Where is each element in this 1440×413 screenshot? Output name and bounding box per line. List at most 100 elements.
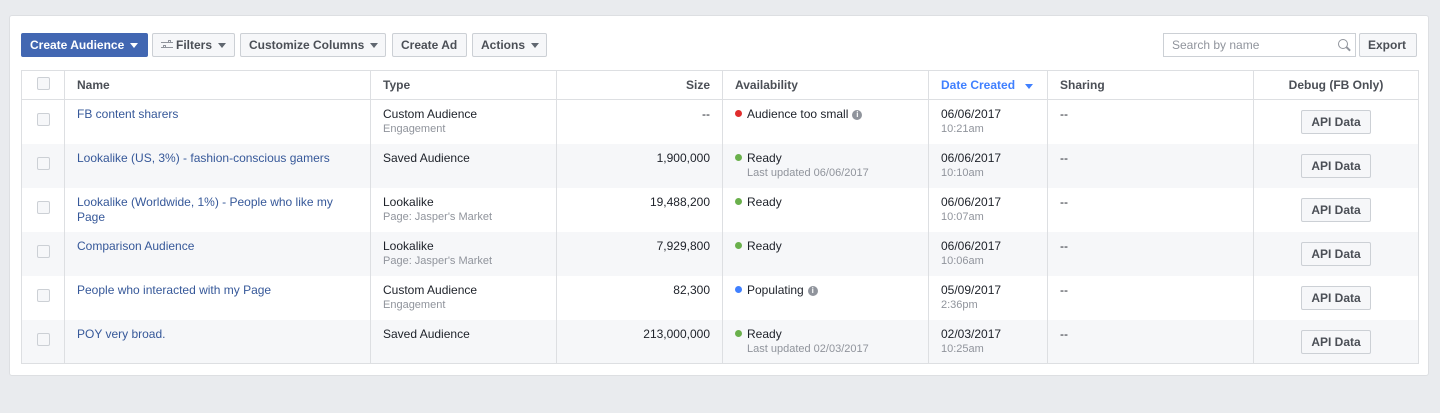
audience-size: 213,000,000 [643, 326, 710, 341]
info-icon[interactable]: i [807, 285, 818, 296]
search-input[interactable] [1164, 34, 1333, 56]
customize-columns-button[interactable]: Customize Columns [240, 33, 386, 57]
date-created: 06/06/2017 [941, 194, 1002, 209]
row-checkbox[interactable] [36, 157, 50, 170]
debug-cell: API Data [1253, 231, 1419, 276]
availability-cell: Ready Last updated 02/03/2017 [722, 319, 929, 364]
availability-status: Ready [747, 150, 782, 165]
api-data-button[interactable]: API Data [1301, 153, 1371, 178]
name-cell: Lookalike (Worldwide, 1%) - People who l… [64, 187, 371, 232]
column-header-name[interactable]: Name [64, 70, 371, 100]
status-dot-icon [735, 197, 742, 205]
table-row: People who interacted with my Page Custo… [21, 275, 1419, 320]
select-all-cell [21, 70, 65, 100]
availability-status: Populating [747, 282, 804, 297]
name-cell: Comparison Audience [64, 231, 371, 276]
sharing-cell: -- [1047, 99, 1254, 144]
filters-button[interactable]: Filters [152, 33, 235, 57]
date-created: 02/03/2017 [941, 326, 1002, 341]
column-header-sharing[interactable]: Sharing [1047, 70, 1254, 100]
create-audience-button[interactable]: Create Audience [21, 33, 148, 57]
size-cell: 82,300 [556, 275, 723, 320]
audience-type: Saved Audience [383, 150, 470, 165]
search-icon[interactable] [1333, 34, 1355, 56]
audience-type: Lookalike [383, 194, 434, 209]
filters-label: Filters [175, 38, 212, 52]
audience-name-link[interactable]: Lookalike (US, 3%) - fashion-conscious g… [77, 151, 330, 165]
availability-cell: Ready Last updated 06/06/2017 [722, 143, 929, 188]
date-cell: 06/06/2017 10:10am [928, 143, 1048, 188]
type-cell: Lookalike Page: Jasper's Market [370, 231, 557, 276]
column-header-size[interactable]: Size [556, 70, 723, 100]
name-cell: Lookalike (US, 3%) - fashion-conscious g… [64, 143, 371, 188]
availability-status: Audience too small [747, 107, 849, 121]
row-checkbox[interactable] [36, 289, 50, 302]
table-row: Lookalike (US, 3%) - fashion-conscious g… [21, 143, 1419, 188]
type-cell: Saved Audience [370, 143, 557, 188]
date-created: 05/09/2017 [941, 282, 1002, 297]
time-created: 10:06am [941, 254, 984, 267]
export-label: Export [1368, 38, 1407, 52]
audience-name-line1: Comparison Audience [77, 238, 195, 253]
api-data-button[interactable]: API Data [1301, 110, 1371, 134]
availability-detail: Last updated 06/06/2017 [747, 166, 869, 179]
audience-name-link[interactable]: FB content sharers [77, 107, 178, 121]
column-header-type[interactable]: Type [370, 70, 557, 100]
api-data-button[interactable]: API Data [1301, 241, 1371, 266]
audience-type-detail: Page: Jasper's Market [383, 210, 493, 223]
select-all-checkbox[interactable] [36, 77, 50, 90]
column-header-debug: Debug (FB Only) [1253, 70, 1419, 100]
audience-name-link[interactable]: Lookalike (Worldwide, 1%) - People who l… [77, 195, 333, 224]
date-created: 06/06/2017 [941, 107, 1002, 121]
info-icon[interactable]: i [852, 110, 863, 120]
api-data-button[interactable]: API Data [1301, 197, 1371, 222]
filter-sliders-icon [161, 40, 173, 50]
customize-columns-label: Customize Columns [249, 38, 365, 52]
row-checkbox[interactable] [36, 113, 50, 127]
time-created: 10:10am [941, 166, 984, 179]
create-ad-button[interactable]: Create Ad [392, 33, 467, 57]
table-row: FB content sharers Custom Audience Engage… [21, 99, 1419, 144]
availability-cell: Ready [722, 231, 929, 276]
column-header-availability[interactable]: Availability [722, 70, 929, 100]
date-cell: 06/06/2017 10:21am [928, 99, 1048, 144]
availability-cell: Ready [722, 187, 929, 232]
audience-type: Lookalike [383, 238, 434, 253]
row-select-cell [21, 231, 65, 276]
table-row: POY very broad. Saved Audience 213,000,0… [21, 319, 1419, 364]
actions-button[interactable]: Actions [472, 33, 547, 57]
debug-cell: API Data [1253, 99, 1419, 144]
audience-name-link[interactable]: POY very broad. [77, 327, 166, 341]
export-button[interactable]: Export [1359, 33, 1417, 57]
row-checkbox[interactable] [36, 201, 50, 214]
actions-label: Actions [481, 38, 526, 52]
type-cell: Custom Audience Engagement [370, 99, 557, 144]
sharing-value: -- [1060, 150, 1068, 165]
audience-name-line1: Lookalike (US, 3%) - fashion-conscious g… [77, 150, 330, 165]
type-cell: Saved Audience [370, 319, 557, 364]
date-created-label: Date Created [941, 78, 1016, 92]
table-row: Lookalike (Worldwide, 1%) - People who l… [21, 187, 1419, 232]
availability-cell: Populating i [722, 275, 929, 320]
audience-name-line1: FB content sharers [77, 107, 179, 121]
time-created: 2:36pm [941, 298, 978, 311]
audience-name-link[interactable]: Comparison Audience [77, 239, 194, 253]
date-cell: 06/06/2017 10:07am [928, 187, 1048, 232]
toolbar: Create Audience Filters Customize Column… [21, 33, 1429, 57]
table-header-row: Name Type Size Availability Date Created… [21, 70, 1419, 100]
column-header-date-created[interactable]: Date Created [928, 70, 1048, 100]
row-select-cell [21, 99, 65, 144]
api-data-button[interactable]: API Data [1301, 285, 1371, 310]
time-created: 10:25am [941, 342, 984, 355]
debug-cell: API Data [1253, 187, 1419, 232]
audience-type: Saved Audience [383, 326, 470, 341]
audience-name-link[interactable]: People who interacted with my Page [77, 283, 271, 297]
api-data-button[interactable]: API Data [1301, 329, 1371, 354]
debug-cell: API Data [1253, 143, 1419, 188]
row-checkbox[interactable] [36, 245, 50, 258]
sort-descending-icon [1025, 84, 1034, 89]
size-cell: 213,000,000 [556, 319, 723, 364]
audience-size: 1,900,000 [656, 150, 710, 165]
sharing-cell: -- [1047, 275, 1254, 320]
row-checkbox[interactable] [36, 332, 50, 346]
